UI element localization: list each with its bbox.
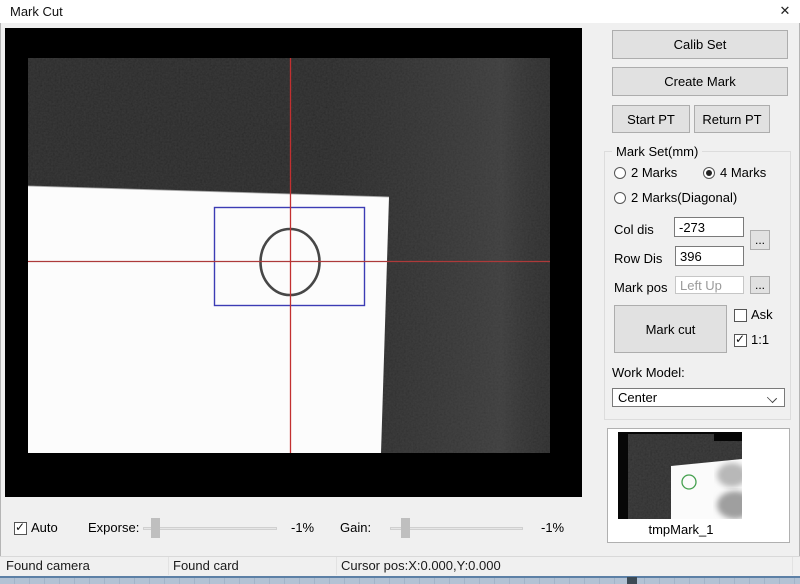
ask-checkbox-label: Ask <box>751 307 773 322</box>
mark-pos-input <box>675 276 744 294</box>
browse-distance-button[interactable]: ... <box>750 230 770 250</box>
check-icon: ✓ <box>735 332 745 346</box>
exposure-slider-thumb[interactable] <box>151 518 160 538</box>
taskbar-edge <box>0 576 800 584</box>
radio-2-marks-diagonal[interactable] <box>614 192 626 204</box>
radio-selected-dot <box>706 170 712 176</box>
gain-value: -1% <box>541 520 564 535</box>
create-mark-button[interactable]: Create Mark <box>612 67 788 96</box>
work-model-select[interactable]: Center <box>612 388 785 407</box>
status-camera: Found camera <box>6 558 90 573</box>
camera-image <box>28 58 550 453</box>
ask-checkbox[interactable] <box>734 309 747 322</box>
row-dis-label: Row Dis <box>614 251 662 266</box>
return-pt-button[interactable]: Return PT <box>694 105 770 133</box>
auto-checkbox-label: Auto <box>31 520 58 535</box>
radio-2-marks-label: 2 Marks <box>631 165 677 180</box>
exposure-label: Exporse: <box>88 520 139 535</box>
close-icon[interactable]: ✕ <box>770 0 800 22</box>
radio-2-marks[interactable] <box>614 167 626 179</box>
col-dis-label: Col dis <box>614 222 654 237</box>
camera-view[interactable] <box>5 28 582 497</box>
title-bar: Mark Cut ✕ <box>0 0 800 23</box>
gain-slider-thumb[interactable] <box>401 518 410 538</box>
thumbnail-caption: tmpMark_1 <box>607 522 755 537</box>
exposure-value: -1% <box>291 520 314 535</box>
mark-cut-button[interactable]: Mark cut <box>614 305 727 353</box>
chevron-down-icon <box>767 393 777 403</box>
work-model-label: Work Model: <box>612 365 685 380</box>
thumb-top-black-band <box>714 432 742 441</box>
start-pt-button[interactable]: Start PT <box>612 105 690 133</box>
status-separator <box>336 557 337 575</box>
paper-corner <box>28 186 389 453</box>
calib-set-button[interactable]: Calib Set <box>612 30 788 59</box>
exposure-slider-track[interactable] <box>143 527 277 530</box>
status-separator <box>792 557 793 575</box>
row-dis-input[interactable] <box>675 246 744 266</box>
status-card: Found card <box>173 558 239 573</box>
status-cursor-position: Cursor pos:X:0.000,Y:0.000 <box>341 558 501 573</box>
radio-4-marks-label: 4 Marks <box>720 165 766 180</box>
work-model-value: Center <box>618 390 657 405</box>
one-to-one-checkbox[interactable]: ✓ <box>734 334 747 347</box>
mark-pos-label: Mark pos <box>614 280 667 295</box>
status-separator <box>168 557 169 575</box>
auto-checkbox[interactable]: ✓ <box>14 522 27 535</box>
mark-cut-dialog: Mark Cut ✕ <box>0 0 800 584</box>
radio-2-marks-diagonal-label: 2 Marks(Diagonal) <box>631 190 737 205</box>
gain-label: Gain: <box>340 520 371 535</box>
check-icon: ✓ <box>15 520 25 534</box>
thumbnail-image <box>618 432 742 519</box>
col-dis-input[interactable] <box>674 217 744 237</box>
radio-4-marks[interactable] <box>703 167 715 179</box>
mark-set-group-label: Mark Set(mm) <box>612 144 702 159</box>
one-to-one-checkbox-label: 1:1 <box>751 332 769 347</box>
window-title: Mark Cut <box>10 4 63 19</box>
browse-mark-pos-button[interactable]: ... <box>750 276 770 294</box>
taskbar-notch <box>627 577 637 584</box>
